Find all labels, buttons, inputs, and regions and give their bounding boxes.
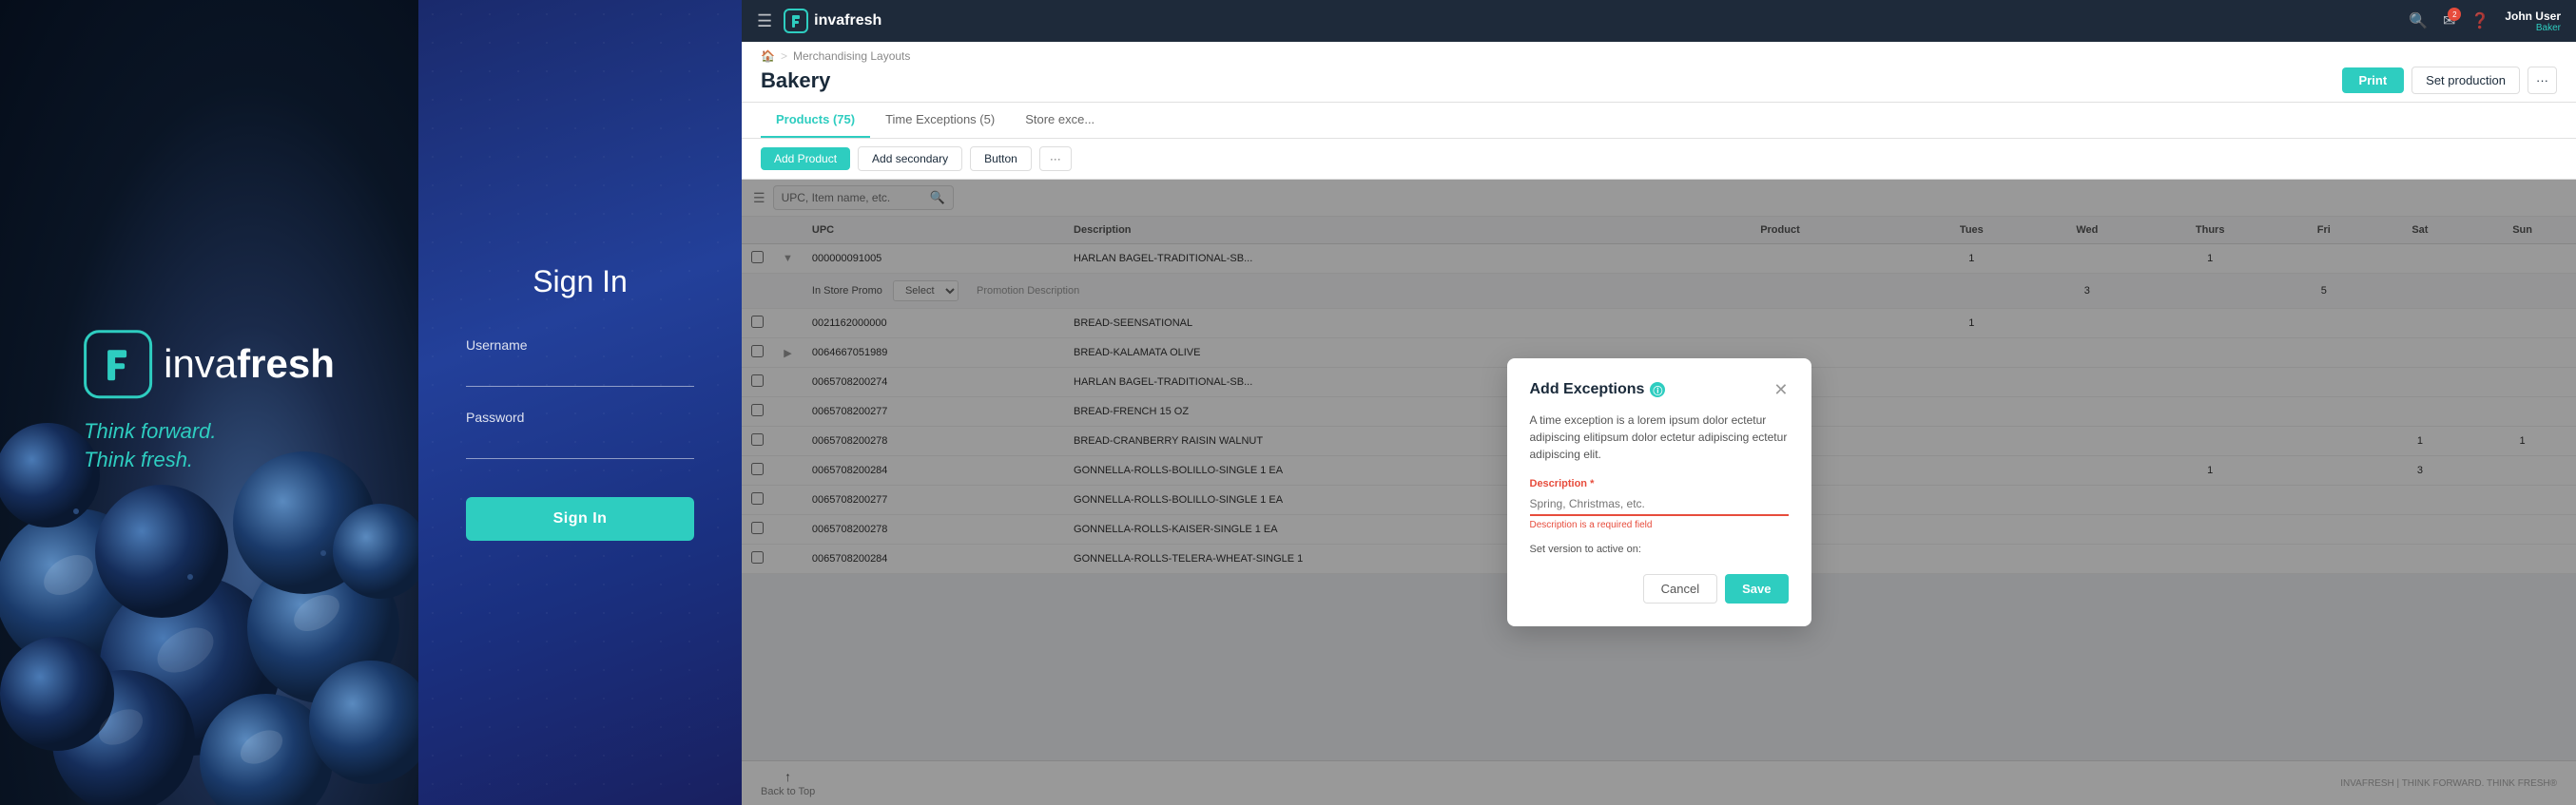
add-product-button[interactable]: Add Product <box>761 147 850 170</box>
username-field: Username <box>466 337 694 387</box>
tab-products[interactable]: Products (75) <box>761 103 870 138</box>
modal-set-version: Set version to active on: <box>1530 544 1789 555</box>
app-panel: ☰ invafresh 🔍 ✉ 2 ❓ John User Baker <box>742 0 2576 805</box>
modal-field-label: Description * <box>1530 478 1789 489</box>
password-field: Password <box>466 410 694 459</box>
search-nav-icon[interactable]: 🔍 <box>2409 11 2428 30</box>
tab-store-exceptions[interactable]: Store exce... <box>1010 103 1110 138</box>
username-input[interactable] <box>466 358 694 387</box>
hamburger-menu-icon[interactable]: ☰ <box>757 11 772 31</box>
navbar-user: John User Baker <box>2505 10 2561 33</box>
logo-text: invafresh <box>164 341 335 387</box>
navbar-logo: invafresh <box>784 9 881 33</box>
signin-form: Username Password Sign In <box>466 337 694 541</box>
home-icon[interactable]: 🏠 <box>761 49 775 63</box>
modal-info-badge: ⓘ <box>1650 382 1665 397</box>
modal-save-button[interactable]: Save <box>1725 574 1788 604</box>
logo-group: invafresh <box>84 330 335 398</box>
page-title-row: Bakery Print Set production ··· <box>761 67 2557 94</box>
signin-panel: Sign In Username Password Sign In <box>418 0 742 805</box>
logo-icon-box <box>84 330 152 398</box>
page-actions: Print Set production ··· <box>2342 67 2557 94</box>
page-header: 🏠 > Merchandising Layouts Bakery Print S… <box>742 42 2576 103</box>
modal-field-error: Description is a required field <box>1530 520 1789 530</box>
add-exceptions-modal: Add Exceptions ⓘ ✕ A time exception is a… <box>1507 358 1811 626</box>
navbar-user-role: Baker <box>2536 23 2561 33</box>
toolbar-more-button[interactable]: ··· <box>1039 146 1072 171</box>
mail-badge: 2 <box>2448 8 2461 21</box>
navbar-logo-text: invafresh <box>814 12 881 29</box>
signin-button[interactable]: Sign In <box>466 497 694 541</box>
tabs-bar: Products (75) Time Exceptions (5) Store … <box>742 103 2576 139</box>
username-label: Username <box>466 337 694 353</box>
breadcrumb-sep: > <box>781 49 787 63</box>
modal-overlay: Add Exceptions ⓘ ✕ A time exception is a… <box>742 180 2576 805</box>
toolbar: Add Product Add secondary Button ··· <box>742 139 2576 180</box>
button-btn[interactable]: Button <box>970 146 1032 171</box>
main-content: ☰ 🔍 UPC Description Product Tues Wed <box>742 180 2576 805</box>
modal-close-button[interactable]: ✕ <box>1773 381 1788 398</box>
signin-title: Sign In <box>533 264 628 299</box>
navbar-logo-icon <box>784 9 808 33</box>
password-label: Password <box>466 410 694 425</box>
breadcrumb-link[interactable]: Merchandising Layouts <box>793 49 910 63</box>
modal-header: Add Exceptions ⓘ ✕ <box>1530 381 1789 398</box>
password-input[interactable] <box>466 431 694 459</box>
tab-time-exceptions[interactable]: Time Exceptions (5) <box>870 103 1010 138</box>
page-title: Bakery <box>761 68 830 93</box>
print-button[interactable]: Print <box>2342 67 2405 93</box>
modal-cancel-button[interactable]: Cancel <box>1643 574 1717 604</box>
add-secondary-button[interactable]: Add secondary <box>858 146 962 171</box>
brand-logo-area: invafresh Think forward. Think fresh. <box>84 330 335 476</box>
modal-description-input[interactable] <box>1530 493 1789 516</box>
mail-icon[interactable]: ✉ 2 <box>2443 11 2455 30</box>
breadcrumb: 🏠 > Merchandising Layouts <box>761 49 2557 63</box>
modal-body: A time exception is a lorem ipsum dolor … <box>1530 412 1789 463</box>
modal-title: Add Exceptions ⓘ <box>1530 381 1666 398</box>
more-options-button[interactable]: ··· <box>2528 67 2557 94</box>
tagline: Think forward. Think fresh. <box>84 417 335 476</box>
left-panel: invafresh Think forward. Think fresh. <box>0 0 418 805</box>
set-production-button[interactable]: Set production <box>2411 67 2520 94</box>
navbar-icons: 🔍 ✉ 2 ❓ John User Baker <box>2409 10 2561 33</box>
navbar-user-name: John User <box>2505 10 2561 23</box>
modal-actions: Cancel Save <box>1530 574 1789 604</box>
navbar: ☰ invafresh 🔍 ✉ 2 ❓ John User Baker <box>742 0 2576 42</box>
help-icon[interactable]: ❓ <box>2470 11 2489 30</box>
